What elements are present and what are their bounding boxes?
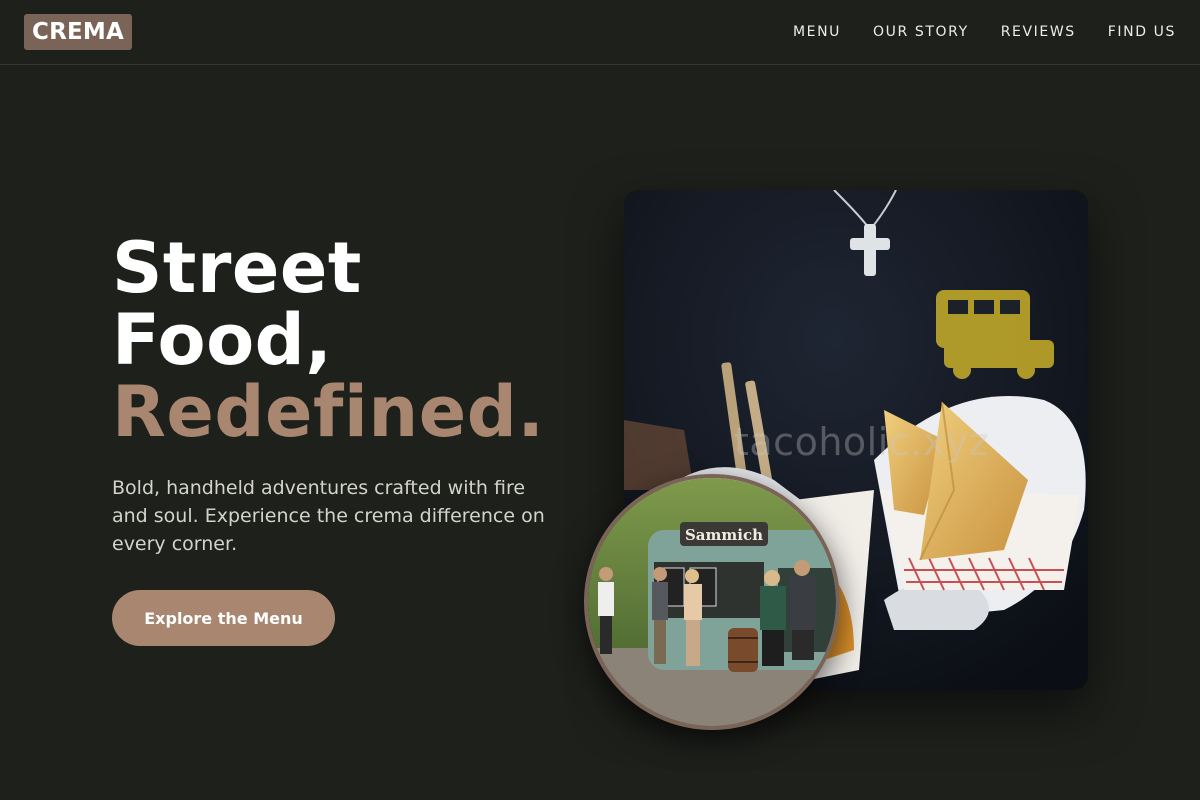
nav-item-our-story[interactable]: OUR STORY xyxy=(873,24,969,40)
hero-title-line-2: Food, xyxy=(112,299,333,381)
hero-title: Street Food, Redefined. xyxy=(112,232,544,448)
hero-title-accent: Redefined. xyxy=(112,371,545,453)
nav-item-menu[interactable]: MENU xyxy=(793,24,841,40)
brand-logo[interactable]: CREMA xyxy=(24,14,132,50)
site-header: CREMA MENU OUR STORY REVIEWS FIND US xyxy=(0,0,1200,65)
truck-sign: Sammich xyxy=(685,526,763,544)
main-nav: MENU OUR STORY REVIEWS FIND US xyxy=(793,0,1176,64)
landing-page: CREMA MENU OUR STORY REVIEWS FIND US Str… xyxy=(0,0,1200,800)
hero-title-line-1: Street xyxy=(112,227,362,309)
nav-item-reviews[interactable]: REVIEWS xyxy=(1001,24,1076,40)
watermark: tacoholic.xyz xyxy=(734,420,990,464)
food-truck-photo: Sammich xyxy=(584,474,840,730)
nav-item-find-us[interactable]: FIND US xyxy=(1108,24,1176,40)
explore-menu-button[interactable]: Explore the Menu xyxy=(112,590,335,646)
hero-subtitle: Bold, handheld adventures crafted with f… xyxy=(112,477,545,555)
